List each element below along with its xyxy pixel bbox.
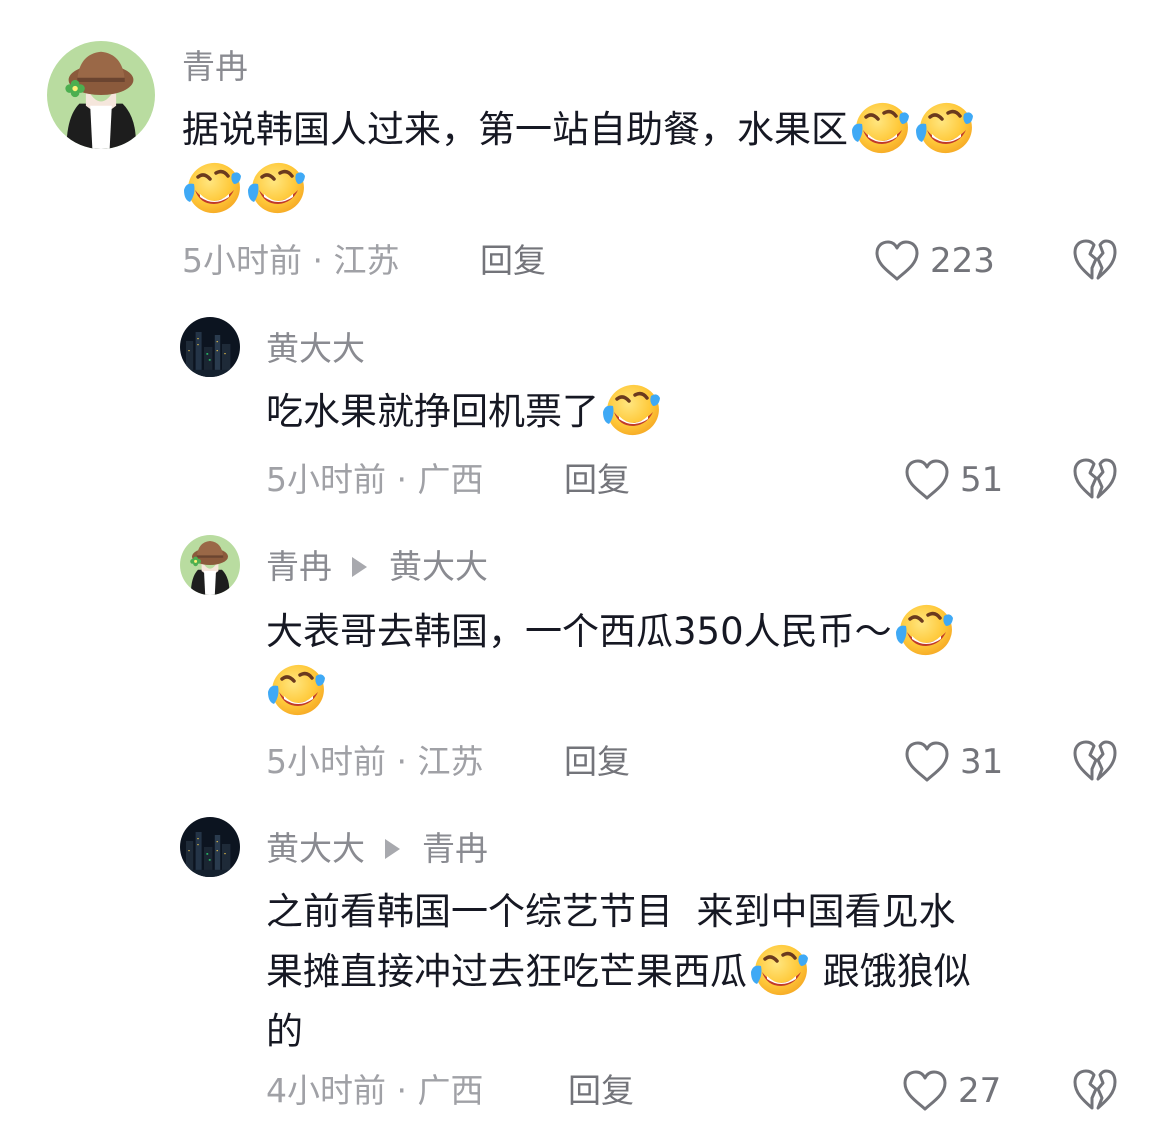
comment-text-line: 之前看韩国一个综艺节目 来到中国看见水 — [266, 890, 956, 933]
like-count: 27 — [958, 1071, 1002, 1111]
comment-text: 之前看韩国一个综艺节目 来到中国看见水 果摊直接冲过去狂吃芒果西瓜 跟饿狼似的 — [266, 882, 1146, 1062]
dislike-button[interactable] — [1072, 238, 1118, 282]
avatar[interactable] — [180, 317, 240, 377]
comment-time-location: 5小时前 · 广西 — [266, 460, 484, 499]
comment-author[interactable]: 黄大大 — [266, 329, 365, 369]
like-count: 223 — [930, 241, 995, 281]
heart-outline-icon — [904, 741, 950, 783]
dislike-button[interactable] — [1072, 457, 1118, 501]
reply-button[interactable]: 回复 — [480, 241, 546, 281]
laughing-crying-emoji-icon — [266, 662, 326, 718]
laughing-crying-emoji-icon — [894, 602, 954, 658]
reply-to-author[interactable]: 青冉 — [422, 829, 488, 868]
like-count: 31 — [960, 742, 1004, 782]
avatar[interactable] — [47, 41, 155, 149]
laughing-crying-emoji-icon — [850, 100, 910, 156]
like-button[interactable]: 223 — [874, 237, 995, 285]
heart-outline-icon — [904, 459, 950, 501]
comment-author-line: 青冉 黄大大 — [266, 547, 488, 587]
comment-text-line: 果摊直接冲过去狂吃芒果西瓜 — [266, 950, 747, 993]
reply-button[interactable]: 回复 — [564, 460, 630, 500]
comment-text-line: 跟饿狼似 — [811, 950, 971, 993]
reply-to-author[interactable]: 黄大大 — [389, 547, 488, 586]
laughing-crying-emoji-icon — [914, 100, 974, 156]
reply-button[interactable]: 回复 — [564, 742, 630, 782]
like-button[interactable]: 31 — [904, 738, 1003, 786]
comment-author-line: 黄大大 青冉 — [266, 829, 488, 869]
comment-text-content: 据说韩国人过来，第一站自助餐，水果区 — [182, 108, 848, 151]
laughing-crying-emoji-icon — [246, 160, 306, 216]
laughing-crying-emoji-icon — [182, 160, 242, 216]
broken-heart-icon — [1072, 457, 1118, 501]
play-triangle-icon — [385, 838, 400, 859]
broken-heart-icon — [1072, 739, 1118, 783]
broken-heart-icon — [1072, 1068, 1118, 1112]
dislike-button[interactable] — [1072, 739, 1118, 783]
avatar[interactable] — [180, 817, 240, 877]
laughing-crying-emoji-icon — [749, 942, 809, 998]
broken-heart-icon — [1072, 238, 1118, 282]
comment-text-content: 吃水果就挣回机票了 — [266, 390, 599, 433]
comment-time-location: 5小时前 · 江苏 — [266, 742, 484, 781]
heart-outline-icon — [902, 1070, 948, 1112]
comment-text-content: 大表哥去韩国，一个西瓜350人民币～ — [266, 610, 892, 653]
heart-outline-icon — [874, 240, 920, 282]
comment-time-location: 4小时前 · 广西 — [266, 1071, 484, 1110]
comment-author[interactable]: 青冉 — [266, 547, 332, 586]
laughing-crying-emoji-icon — [601, 382, 661, 438]
like-button[interactable]: 27 — [902, 1067, 1001, 1115]
play-triangle-icon — [352, 556, 367, 577]
like-button[interactable]: 51 — [904, 456, 1003, 504]
dislike-button[interactable] — [1072, 1068, 1118, 1112]
comment-author[interactable]: 黄大大 — [266, 829, 365, 868]
reply-button[interactable]: 回复 — [568, 1071, 634, 1111]
avatar[interactable] — [180, 535, 240, 595]
comment-text-line: 的 — [266, 1010, 303, 1053]
comment-text: 据说韩国人过来，第一站自助餐，水果区 — [182, 100, 1132, 220]
comment-text: 吃水果就挣回机票了 — [266, 382, 1126, 442]
comment-time-location: 5小时前 · 江苏 — [182, 241, 400, 280]
comment-author[interactable]: 青冉 — [182, 47, 248, 87]
like-count: 51 — [960, 460, 1004, 500]
comment-text: 大表哥去韩国，一个西瓜350人民币～ — [266, 602, 1126, 722]
